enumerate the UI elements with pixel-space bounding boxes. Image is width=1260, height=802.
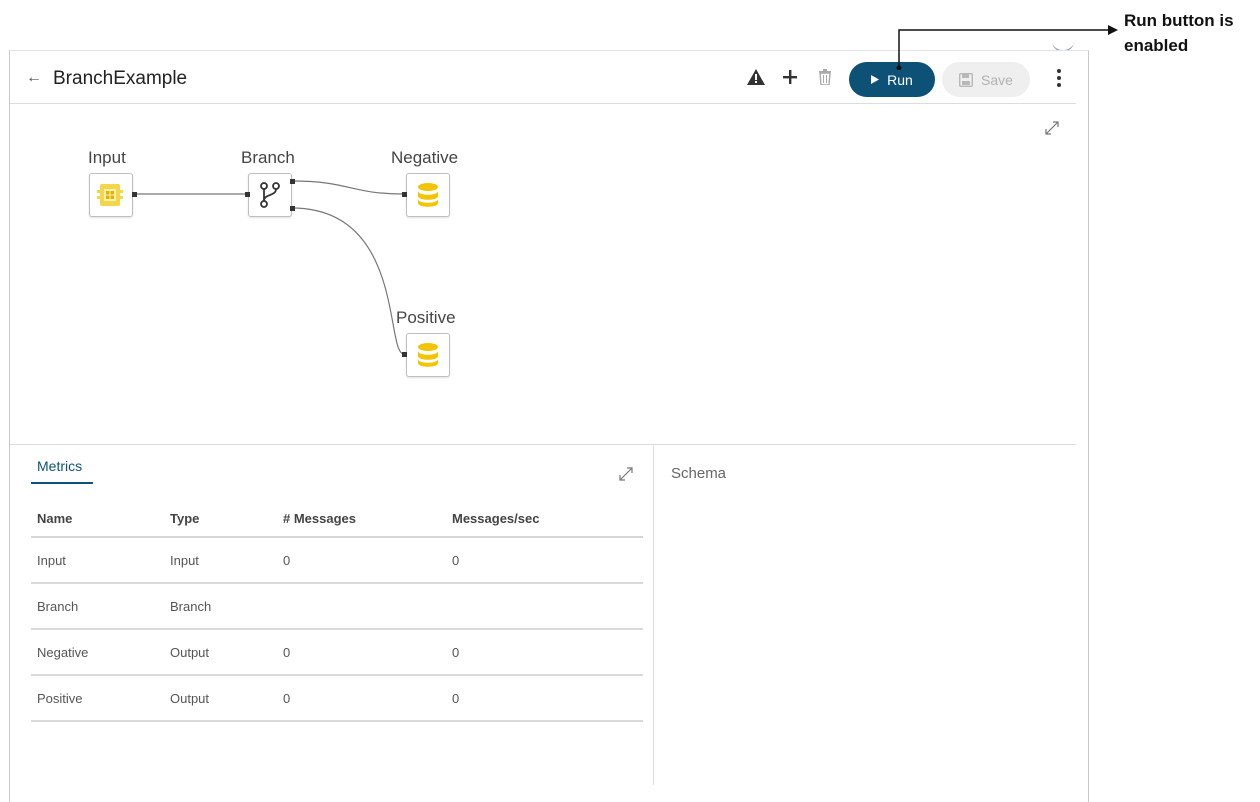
column-header: Name <box>31 500 164 538</box>
callout-annotation: Run button is enabled <box>1124 11 1234 55</box>
node-label-positive: Positive <box>396 308 456 327</box>
page-title: BranchExample <box>53 68 188 89</box>
panel-divider-vertical <box>653 445 654 785</box>
cell-type: Output <box>164 629 277 676</box>
branch-icon <box>260 182 280 208</box>
database-icon <box>418 343 438 367</box>
cell-messages: 0 <box>277 537 446 584</box>
cell-name: Branch <box>31 583 164 630</box>
output-port-positive[interactable] <box>290 206 295 211</box>
cell-messages-per-sec: 0 <box>446 629 643 676</box>
cell-name: Input <box>31 537 164 584</box>
node-label-negative: Negative <box>391 148 459 167</box>
metrics-table: Name Type # Messages Messages/sec Input … <box>31 500 643 722</box>
callout-arrow <box>896 25 1118 70</box>
cell-messages: 0 <box>277 629 446 676</box>
node-input[interactable] <box>89 173 133 217</box>
play-icon <box>871 75 880 84</box>
input-port[interactable] <box>402 192 407 197</box>
input-node-icon <box>97 184 123 206</box>
column-header: Messages/sec <box>446 500 643 538</box>
panel-divider <box>10 444 1076 445</box>
cell-messages: 0 <box>277 675 446 722</box>
save-button-label: Save <box>981 71 1013 88</box>
cell-messages <box>277 583 446 630</box>
node-label-branch: Branch <box>241 148 295 167</box>
input-port[interactable] <box>402 352 407 357</box>
expand-icon[interactable] <box>1043 119 1061 137</box>
warning-icon[interactable] <box>744 65 768 89</box>
cell-type: Input <box>164 537 277 584</box>
plus-icon[interactable] <box>778 65 802 89</box>
cell-messages-per-sec <box>446 583 643 630</box>
cell-name: Positive <box>31 675 164 722</box>
run-button-label: Run <box>887 71 913 88</box>
node-branch[interactable] <box>248 173 292 217</box>
cell-type: Output <box>164 675 277 722</box>
database-icon <box>418 183 438 207</box>
table-row: Branch Branch <box>31 583 643 630</box>
cell-type: Branch <box>164 583 277 630</box>
tab-metrics-indicator <box>31 482 93 484</box>
table-row: Positive Output 0 0 <box>31 675 643 722</box>
column-header: # Messages <box>277 500 446 538</box>
expand-icon[interactable] <box>617 465 635 483</box>
table-row: Input Input 0 0 <box>31 537 643 584</box>
node-positive[interactable] <box>406 333 450 377</box>
column-header: Type <box>164 500 277 538</box>
table-row: Negative Output 0 0 <box>31 629 643 676</box>
trash-icon[interactable] <box>813 65 837 89</box>
tab-metrics[interactable]: Metrics <box>37 458 82 474</box>
save-icon <box>959 72 974 87</box>
cell-name: Negative <box>31 629 164 676</box>
cell-messages-per-sec: 0 <box>446 675 643 722</box>
node-negative[interactable] <box>406 173 450 217</box>
output-port[interactable] <box>132 192 137 197</box>
cell-messages-per-sec: 0 <box>446 537 643 584</box>
pipeline-canvas[interactable]: Input Branch Negative Positive <box>10 104 1076 444</box>
table-header-row: Name Type # Messages Messages/sec <box>31 500 643 538</box>
schema-title: Schema <box>671 465 727 482</box>
node-label-input: Input <box>88 148 126 167</box>
arrow-left-icon[interactable]: ← <box>26 69 42 87</box>
input-port[interactable] <box>245 192 250 197</box>
connection-wires <box>134 180 405 355</box>
output-port-negative[interactable] <box>290 179 295 184</box>
